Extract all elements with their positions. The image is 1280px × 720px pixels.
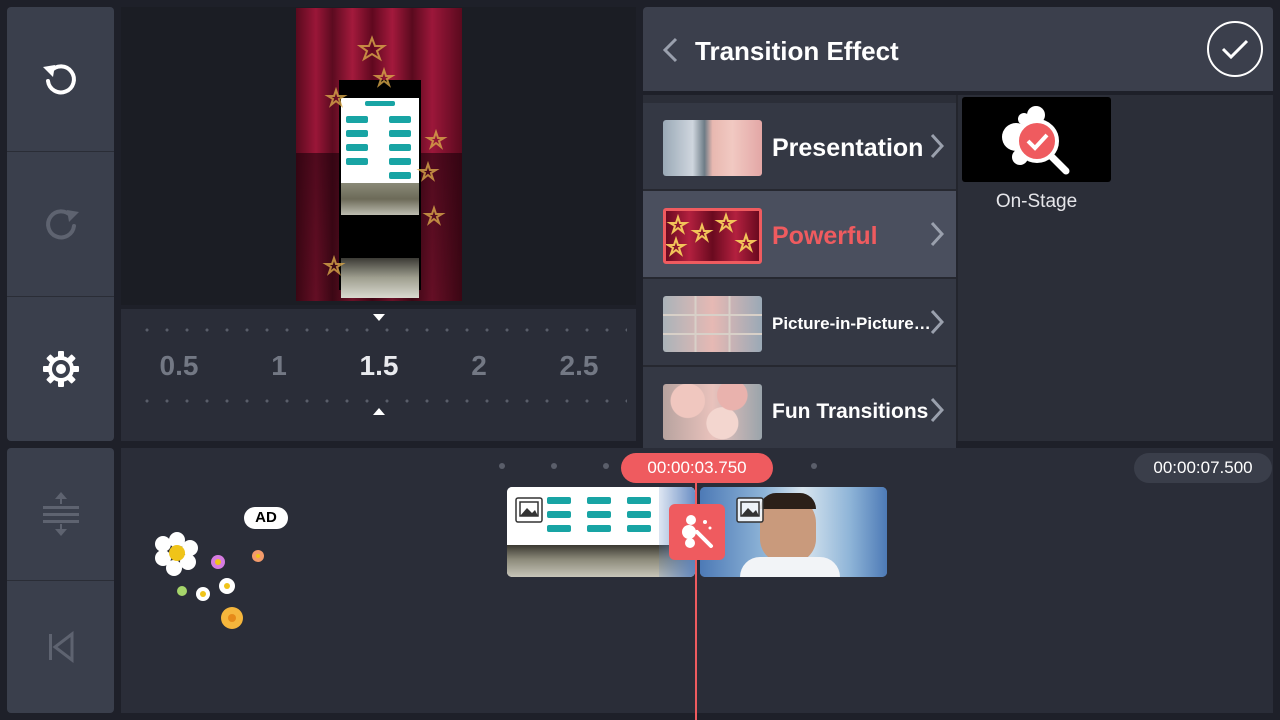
timeline-clip-1[interactable] bbox=[507, 487, 695, 577]
left-toolbar bbox=[7, 7, 114, 441]
flower-ad-icon[interactable] bbox=[148, 522, 278, 634]
stars-overlay bbox=[322, 35, 448, 276]
on-stage-selected-icon bbox=[1002, 106, 1070, 175]
skip-to-start-icon bbox=[48, 631, 73, 663]
timeline[interactable] bbox=[121, 448, 1273, 713]
effect-label: On-Stage bbox=[995, 191, 1078, 212]
gear-icon bbox=[42, 351, 79, 387]
chevron-right-icon bbox=[930, 309, 944, 335]
effect-on-stage[interactable] bbox=[962, 97, 1111, 182]
category-label-selected: Powerful bbox=[772, 222, 878, 250]
image-icon bbox=[515, 497, 543, 523]
speed-value[interactable]: 2 bbox=[471, 350, 487, 382]
playhead-time: 00:00:03.750 bbox=[621, 453, 773, 483]
category-thumbnail bbox=[663, 384, 762, 440]
expand-tracks-button[interactable] bbox=[7, 448, 114, 580]
chevron-right-icon bbox=[930, 133, 944, 159]
check-icon bbox=[1221, 39, 1249, 60]
settings-button[interactable] bbox=[7, 297, 114, 441]
speed-value-selected[interactable]: 1.5 bbox=[360, 350, 399, 382]
undo-button[interactable] bbox=[7, 7, 114, 151]
category-item-fun-transitions[interactable]: Fun Transitions bbox=[643, 367, 956, 455]
skip-to-start-button[interactable] bbox=[7, 581, 114, 713]
category-label: Presentation bbox=[772, 134, 924, 162]
category-thumbnail bbox=[663, 296, 762, 352]
chevron-right-icon bbox=[930, 221, 944, 247]
confirm-button[interactable] bbox=[1207, 21, 1263, 77]
category-list: Presentation Powerful Picture-in-Picture… bbox=[643, 103, 956, 455]
expand-tracks-icon bbox=[42, 492, 79, 536]
undo-icon bbox=[42, 64, 76, 95]
image-icon bbox=[736, 497, 764, 523]
speed-value[interactable]: 0.5 bbox=[160, 350, 199, 382]
timeline-clip-2[interactable] bbox=[700, 487, 887, 577]
redo-icon bbox=[45, 209, 79, 240]
speed-value[interactable]: 2.5 bbox=[560, 350, 599, 382]
transition-panel-body: Presentation Powerful Picture-in-Picture… bbox=[643, 95, 1273, 455]
transition-marker[interactable] bbox=[669, 504, 725, 560]
redo-button[interactable] bbox=[7, 152, 114, 296]
video-preview[interactable] bbox=[296, 8, 462, 301]
category-thumbnail bbox=[663, 120, 762, 176]
timeline-toolbar bbox=[7, 448, 114, 713]
transition-panel-header: Transition Effect bbox=[643, 7, 1273, 91]
ruler-indicator-top bbox=[373, 314, 385, 321]
chevron-right-icon bbox=[930, 397, 944, 423]
chevron-left-icon[interactable] bbox=[661, 37, 679, 63]
category-thumbnail bbox=[663, 208, 762, 264]
total-duration: 00:00:07.500 bbox=[1134, 453, 1272, 483]
category-item-picture-in-picture[interactable]: Picture-in-Picture… bbox=[643, 279, 956, 367]
speed-value[interactable]: 1 bbox=[271, 350, 287, 382]
category-item-powerful[interactable]: Powerful bbox=[643, 191, 956, 279]
ruler-indicator-bottom bbox=[373, 408, 385, 415]
category-label: Picture-in-Picture… bbox=[772, 314, 931, 333]
transition-magic-icon bbox=[682, 515, 713, 548]
category-item-presentation[interactable]: Presentation bbox=[643, 103, 956, 191]
category-label: Fun Transitions bbox=[772, 400, 929, 423]
panel-title: Transition Effect bbox=[695, 36, 899, 66]
